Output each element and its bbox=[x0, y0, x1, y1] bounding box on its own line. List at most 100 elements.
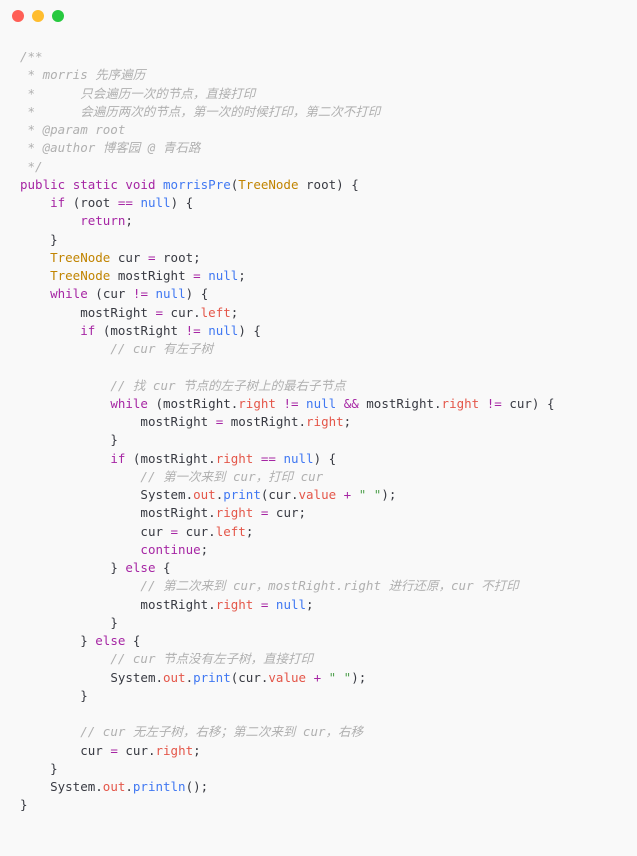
ident-root: root bbox=[80, 195, 110, 210]
kw-null: null bbox=[283, 451, 313, 466]
kw-continue: continue bbox=[140, 542, 200, 557]
semi: ; bbox=[246, 524, 254, 539]
semi: ; bbox=[389, 487, 397, 502]
ident-cur: cur bbox=[118, 250, 141, 265]
kw-null: null bbox=[140, 195, 170, 210]
semi: ; bbox=[238, 268, 246, 283]
op-plus: + bbox=[344, 487, 352, 502]
op-neq: != bbox=[283, 396, 298, 411]
ident-mostright: mostRight bbox=[140, 451, 208, 466]
op-assign: = bbox=[155, 305, 163, 320]
func-print: print bbox=[223, 487, 261, 502]
kw-return: return bbox=[80, 213, 125, 228]
lbrace: { bbox=[329, 451, 337, 466]
ident-mostright: mostRight bbox=[110, 323, 178, 338]
op-neq: != bbox=[133, 286, 148, 301]
semi: ; bbox=[359, 670, 367, 685]
func-name: morrisPre bbox=[163, 177, 231, 192]
prop-right: right bbox=[216, 451, 254, 466]
prop-right: right bbox=[216, 597, 254, 612]
dot: . bbox=[95, 779, 103, 794]
ident-cur: cur bbox=[509, 396, 532, 411]
lbrace: { bbox=[351, 177, 359, 192]
op-assign: = bbox=[261, 597, 269, 612]
rbrace: } bbox=[50, 232, 58, 247]
rparen: ) bbox=[351, 670, 359, 685]
op-assign: = bbox=[216, 414, 224, 429]
prop-right: right bbox=[216, 505, 254, 520]
op-plus: + bbox=[314, 670, 322, 685]
string-space: " " bbox=[329, 670, 352, 685]
kw-public: public bbox=[20, 177, 65, 192]
kw-null: null bbox=[306, 396, 336, 411]
dot: . bbox=[186, 487, 194, 502]
kw-else: else bbox=[95, 633, 125, 648]
kw-static: static bbox=[73, 177, 118, 192]
comment-line: // cur 无左子树，右移；第二次来到 cur，右移 bbox=[80, 724, 363, 739]
semi: ; bbox=[201, 779, 209, 794]
ident-mostright: mostRight bbox=[140, 414, 208, 429]
dot: . bbox=[434, 396, 442, 411]
string-space: " " bbox=[359, 487, 382, 502]
ident-system: System bbox=[50, 779, 95, 794]
dot: . bbox=[298, 414, 306, 429]
prop-out: out bbox=[103, 779, 126, 794]
comment-line: // 找 cur 节点的左子树上的最右子节点 bbox=[110, 378, 345, 393]
kw-null: null bbox=[208, 268, 238, 283]
prop-value: value bbox=[268, 670, 306, 685]
ident-cur: cur bbox=[268, 487, 291, 502]
dot: . bbox=[155, 670, 163, 685]
op-assign: = bbox=[110, 743, 118, 758]
lparen: ( bbox=[95, 286, 103, 301]
lbrace: { bbox=[186, 195, 194, 210]
ident-system: System bbox=[140, 487, 185, 502]
prop-out: out bbox=[193, 487, 216, 502]
ident-mostright: mostRight bbox=[140, 505, 208, 520]
rparen: ) bbox=[314, 451, 322, 466]
comment-line: * morris 先序遍历 bbox=[20, 67, 145, 82]
maximize-icon[interactable] bbox=[52, 10, 64, 22]
kw-if: if bbox=[80, 323, 95, 338]
semi: ; bbox=[299, 505, 307, 520]
close-icon[interactable] bbox=[12, 10, 24, 22]
ident-cur: cur bbox=[103, 286, 126, 301]
lbrace: { bbox=[201, 286, 209, 301]
lbrace: { bbox=[133, 633, 141, 648]
rparen: ) bbox=[193, 779, 201, 794]
semi: ; bbox=[193, 250, 201, 265]
op-eqeq: == bbox=[261, 451, 276, 466]
semi: ; bbox=[125, 213, 133, 228]
ident-cur: cur bbox=[140, 524, 163, 539]
op-eqeq: == bbox=[118, 195, 133, 210]
prop-left: left bbox=[201, 305, 231, 320]
ident-cur: cur bbox=[80, 743, 103, 758]
comment-line: // cur 有左子树 bbox=[110, 341, 213, 356]
ident-mostright: mostRight bbox=[140, 597, 208, 612]
op-andand: && bbox=[344, 396, 359, 411]
rbrace: } bbox=[110, 432, 118, 447]
ident-system: System bbox=[110, 670, 155, 685]
prop-left: left bbox=[216, 524, 246, 539]
prop-right: right bbox=[238, 396, 276, 411]
ident-mostright: mostRight bbox=[80, 305, 148, 320]
op-assign: = bbox=[261, 505, 269, 520]
op-assign: = bbox=[193, 268, 201, 283]
rparen: ) bbox=[381, 487, 389, 502]
comment-line: // cur 节点没有左子树，直接打印 bbox=[110, 651, 313, 666]
semi: ; bbox=[193, 743, 201, 758]
kw-null: null bbox=[276, 597, 306, 612]
comment-line: // 第二次来到 cur，mostRight.right 进行还原，cur 不打… bbox=[140, 578, 518, 593]
semi: ; bbox=[231, 305, 239, 320]
lbrace: { bbox=[253, 323, 261, 338]
func-print: print bbox=[193, 670, 231, 685]
op-assign: = bbox=[171, 524, 179, 539]
rparen: ) bbox=[238, 323, 246, 338]
prop-right: right bbox=[306, 414, 344, 429]
rparen: ) bbox=[186, 286, 194, 301]
rbrace: } bbox=[50, 761, 58, 776]
kw-while: while bbox=[50, 286, 88, 301]
dot: . bbox=[291, 487, 299, 502]
rbrace: } bbox=[80, 688, 88, 703]
minimize-icon[interactable] bbox=[32, 10, 44, 22]
titlebar bbox=[0, 0, 637, 32]
